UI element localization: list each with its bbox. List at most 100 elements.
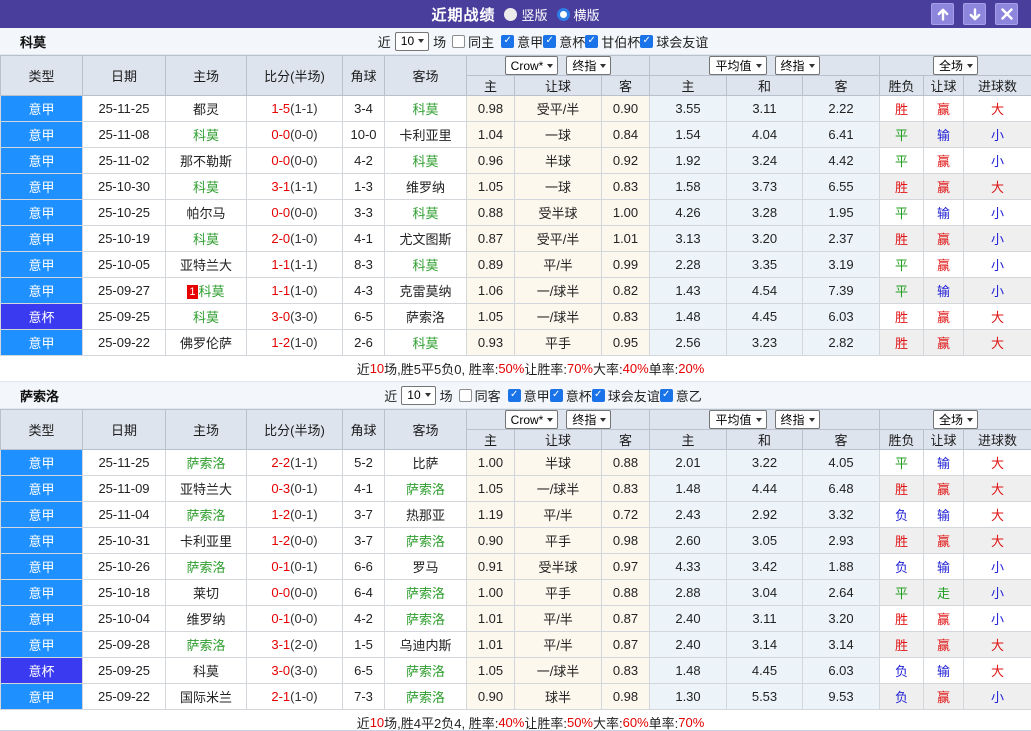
odds-away-cell: 0.83 xyxy=(601,173,650,200)
odds-away-cell: 0.83 xyxy=(601,657,650,684)
same-venue-checkbox[interactable]: 同主 xyxy=(452,32,494,51)
avg-draw-cell: 4.45 xyxy=(726,303,803,330)
match-row: 意甲 25-09-22 佛罗伦萨 1-2(1-0) 2-6 科莫 0.93 平手 0.95 2.5… xyxy=(0,329,1031,356)
chevron-down-icon xyxy=(424,393,431,397)
odds-source-select[interactable]: Crow* xyxy=(504,56,559,75)
league-checkbox[interactable]: 意甲 xyxy=(501,32,543,51)
col-header-odds-away: 客 xyxy=(601,429,650,450)
league-checkbox[interactable]: 意杯 xyxy=(543,32,585,51)
col-header-away: 客场 xyxy=(384,55,467,96)
match-date-cell: 25-11-09 xyxy=(82,475,166,502)
radio-icon[interactable] xyxy=(556,7,570,21)
recent-count-select[interactable]: 10 xyxy=(401,385,436,405)
match-type-cell: 意甲 xyxy=(0,631,83,658)
league-checkbox[interactable]: 意乙 xyxy=(659,386,702,405)
checkbox-icon[interactable] xyxy=(543,34,557,48)
result-cell: 胜 xyxy=(879,173,925,200)
home-team-cell: 佛罗伦萨 xyxy=(165,329,247,356)
score-cell: 1-2(1-0) xyxy=(246,329,343,356)
away-team-cell: 卡利亚里 xyxy=(384,121,467,148)
avg-source-select[interactable]: 平均值 xyxy=(709,410,767,429)
odds-away-cell: 0.97 xyxy=(601,553,650,580)
handicap-result-cell: 赢 xyxy=(923,303,965,330)
match-date-cell: 25-10-31 xyxy=(82,527,166,554)
handicap-result-cell: 赢 xyxy=(923,527,965,554)
team-name: 都灵 xyxy=(192,102,219,117)
odds-handicap-cell: 一/球半 xyxy=(514,303,602,330)
team-name: 科莫 xyxy=(412,154,439,169)
summary-segment: 50% xyxy=(498,361,525,376)
close-button[interactable] xyxy=(995,3,1018,25)
league-checkbox[interactable]: 球会友谊 xyxy=(640,32,708,51)
handicap-result-cell: 输 xyxy=(923,121,965,148)
checkbox-icon[interactable] xyxy=(585,34,599,48)
avg-home-cell: 3.55 xyxy=(649,95,727,122)
odds-phase-select[interactable]: 终指 xyxy=(566,56,612,75)
league-checkbox[interactable]: 甘伯杯 xyxy=(585,32,640,51)
checkbox-icon[interactable] xyxy=(452,34,466,48)
checkbox-icon[interactable] xyxy=(501,34,515,48)
goals-result-cell: 小 xyxy=(963,147,1031,174)
checkbox-icon[interactable] xyxy=(507,388,521,402)
team-name: 卡利亚里 xyxy=(399,128,452,143)
odds-source-select[interactable]: Crow* xyxy=(504,410,559,429)
full-time-score: 2-1 xyxy=(271,689,291,704)
avg-draw-cell: 4.44 xyxy=(726,475,803,502)
col-header-handicap: 让球 xyxy=(923,75,965,96)
handicap-result-cell: 赢 xyxy=(923,605,965,632)
league-checkbox[interactable]: 意甲 xyxy=(507,386,550,405)
odds-phase-select[interactable]: 终指 xyxy=(566,410,612,429)
full-time-score: 1-1 xyxy=(271,283,291,298)
avg-phase-select[interactable]: 终指 xyxy=(774,56,820,75)
team-name-label: 萨索洛 xyxy=(20,388,60,404)
odds-home-cell: 1.06 xyxy=(466,277,515,304)
matches-body: 意甲 25-11-25 都灵 1-5(1-1) 3-4 科莫 0.98 受平/半 0.90 3.5… xyxy=(0,95,1031,356)
layout-option-vertical[interactable]: 竖版 xyxy=(504,5,548,24)
avg-phase-select[interactable]: 终指 xyxy=(774,410,820,429)
col-header-avg-home: 主 xyxy=(649,429,727,450)
col-header-avg-away: 客 xyxy=(801,75,881,96)
same-venue-checkbox[interactable]: 同客 xyxy=(458,386,501,405)
checkbox-icon[interactable] xyxy=(458,388,472,402)
layout-option-horizontal[interactable]: 横版 xyxy=(556,5,600,24)
col-header-score: 比分(半场) xyxy=(246,55,343,96)
match-row: 意甲 25-10-19 科莫 2-0(1-0) 4-1 尤文图斯 0.87 受平/半 1.01 3… xyxy=(0,225,1031,252)
score-cell: 0-3(0-1) xyxy=(246,475,343,502)
team-name: 那不勒斯 xyxy=(179,154,232,169)
result-cell: 平 xyxy=(879,199,925,226)
recent-count-select[interactable]: 10 xyxy=(394,31,430,51)
league-checkbox[interactable]: 球会友谊 xyxy=(591,386,660,405)
result-cell: 胜 xyxy=(879,95,925,122)
avg-home-cell: 1.48 xyxy=(649,657,727,684)
scope-select[interactable]: 全场 xyxy=(933,410,979,429)
matches-table: 类型 日期 主场 比分(半场) 角球 客场 Crow* 终指 平均值 终指 全场… xyxy=(0,55,1031,356)
avg-away-cell: 1.88 xyxy=(801,553,881,580)
avg-source-select[interactable]: 平均值 xyxy=(709,56,767,75)
scope-select[interactable]: 全场 xyxy=(933,56,979,75)
half-time-score: (2-0) xyxy=(290,637,318,652)
full-time-score: 0-3 xyxy=(271,481,291,496)
header-controls-row: 类型 日期 主场 比分(半场) 角球 客场 Crow* 终指 平均值 终指 全场 xyxy=(0,409,1031,450)
checkbox-icon[interactable] xyxy=(640,34,654,48)
summary-segment: 10 xyxy=(369,361,385,376)
summary-segment: 场,胜4平2负4, 胜率: xyxy=(384,716,499,731)
odds-dropdown-cell: Crow* 终指 xyxy=(466,409,650,430)
move-down-button[interactable] xyxy=(963,3,986,25)
col-header-odds-line: 让球 xyxy=(514,429,602,450)
away-team-cell: 萨索洛 xyxy=(384,683,467,710)
league-checkbox[interactable]: 意杯 xyxy=(549,386,592,405)
checkbox-icon[interactable] xyxy=(659,388,673,402)
checkbox-icon[interactable] xyxy=(549,388,563,402)
away-team-cell: 克雷莫纳 xyxy=(384,277,467,304)
move-up-button[interactable] xyxy=(931,3,954,25)
odds-handicap-cell: 平/半 xyxy=(514,251,602,278)
odds-home-cell: 0.88 xyxy=(466,199,515,226)
score-cell: 0-0(0-0) xyxy=(246,147,343,174)
checkbox-icon[interactable] xyxy=(591,388,605,402)
match-type-cell: 意杯 xyxy=(0,657,83,684)
team-name: 科莫 xyxy=(412,102,439,117)
close-icon xyxy=(1000,8,1013,20)
radio-icon[interactable] xyxy=(504,7,518,21)
result-cell: 平 xyxy=(879,251,925,278)
col-header-home: 主场 xyxy=(165,55,247,96)
